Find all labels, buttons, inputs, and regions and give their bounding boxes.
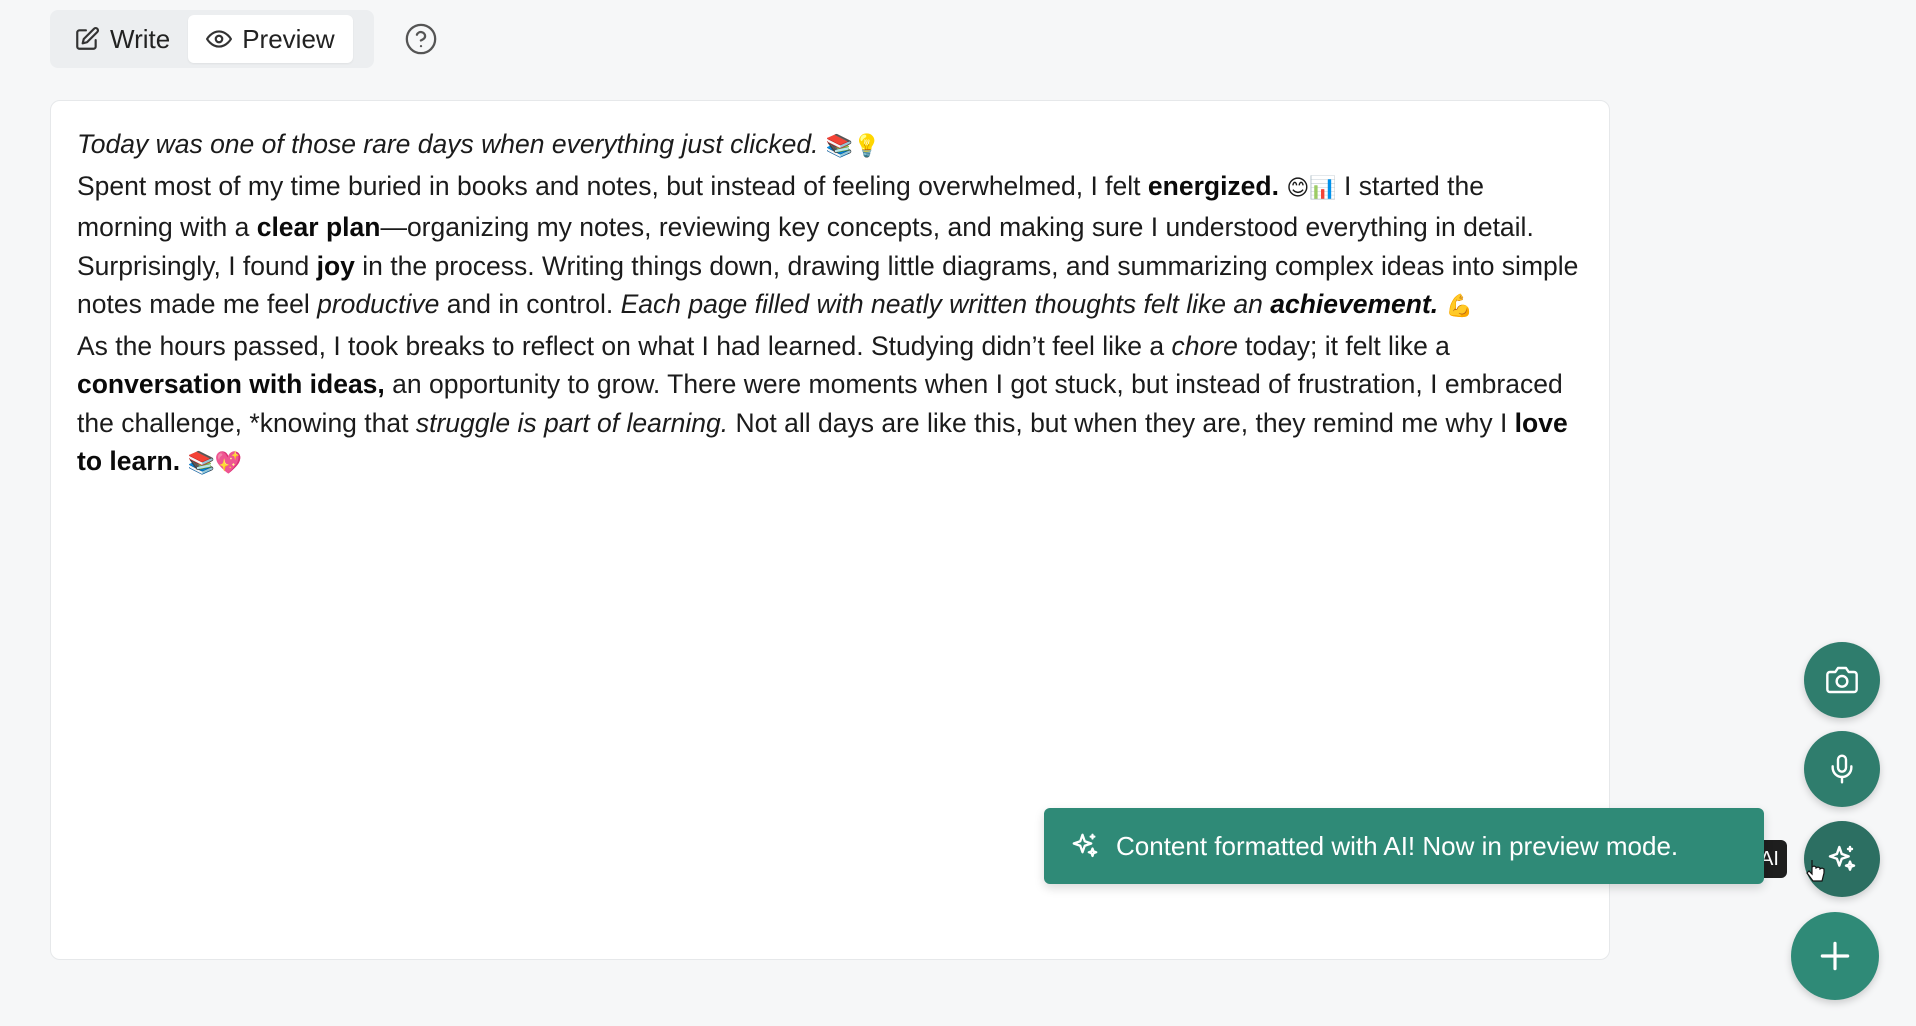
pointer-cursor-icon <box>1806 860 1825 882</box>
paragraph-1: Today was one of those rare days when ev… <box>77 125 1583 167</box>
write-tab-label: Write <box>110 23 171 54</box>
paragraph-2: Spent most of my time buried in books an… <box>77 167 1583 327</box>
text-italic: productive <box>317 289 440 319</box>
mode-toolbar: Write Preview <box>50 10 374 68</box>
text-italic: chore <box>1171 330 1238 361</box>
text-italic: Each page filled with neatly written tho… <box>620 289 1271 319</box>
eye-icon <box>206 30 233 48</box>
text: Spent most of my time buried in books an… <box>77 170 1148 201</box>
text-bold-italic: achievement. <box>1270 289 1439 319</box>
emoji: 📚💡 <box>825 134 881 159</box>
mic-icon <box>1831 754 1853 784</box>
add-button[interactable] <box>1791 912 1879 1000</box>
emoji: 📚💖 <box>187 451 243 476</box>
plus-icon <box>1820 941 1850 971</box>
help-icon[interactable] <box>404 22 438 56</box>
text: and in control. <box>439 289 621 319</box>
text: As the hours passed, I took breaks to re… <box>77 330 1172 361</box>
toast-message: Content formatted with AI! Now in previe… <box>1116 830 1679 861</box>
microphone-button[interactable] <box>1804 731 1880 807</box>
text-bold: energized. <box>1147 170 1279 201</box>
text-bold: joy <box>316 250 355 281</box>
edit-icon <box>76 27 99 50</box>
text: Not all days are like this, but when the… <box>728 407 1515 438</box>
emoji: 💪 <box>1445 294 1473 319</box>
sparkles-icon <box>1828 845 1856 871</box>
text: today; it felt like a <box>1237 330 1450 361</box>
camera-icon <box>1826 666 1858 694</box>
preview-tab-label: Preview <box>242 23 335 54</box>
text-bold: clear plan <box>256 212 381 242</box>
success-toast: Content formatted with AI! Now in previe… <box>1044 808 1764 884</box>
paragraph-3: As the hours passed, I took breaks to re… <box>77 327 1583 484</box>
camera-button[interactable] <box>1804 642 1880 718</box>
preview-tab[interactable]: Preview <box>188 15 353 63</box>
text-bold: conversation with ideas, <box>77 369 385 399</box>
text-italic: Today was one of those rare days when ev… <box>77 129 819 159</box>
write-tab[interactable]: Write <box>56 15 188 63</box>
text-italic: struggle is part of learning. <box>415 407 729 438</box>
emoji: 😊📊 <box>1286 175 1337 201</box>
sparkles-icon <box>1072 833 1098 858</box>
